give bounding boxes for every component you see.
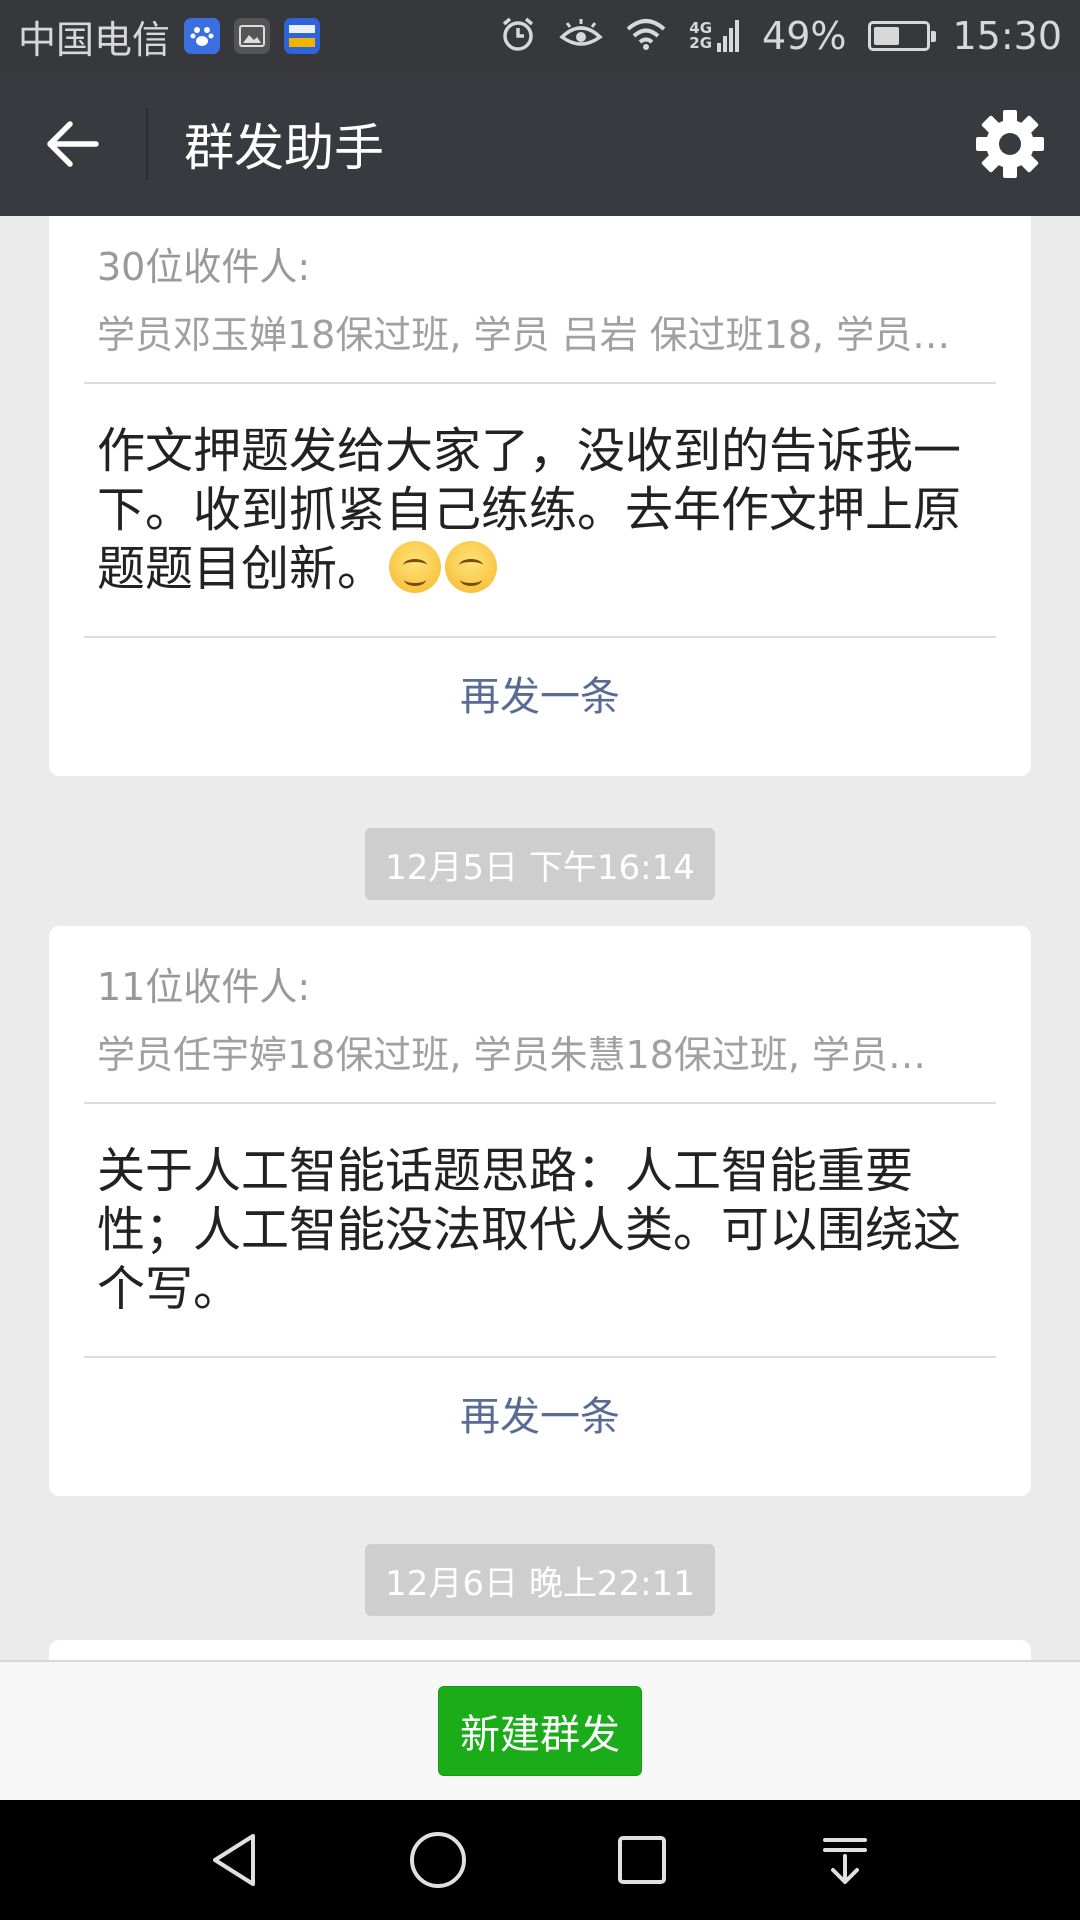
battery-fill: [874, 27, 899, 45]
nav-home-button[interactable]: [398, 1820, 478, 1900]
system-nav-bar: [0, 1800, 1080, 1920]
signal-indicator: 4G 2G: [689, 19, 740, 53]
back-arrow-icon: [47, 121, 99, 167]
carrier-name: 中国电信: [18, 17, 171, 62]
battery-icon: [868, 21, 937, 51]
gallery-app-icon: [234, 18, 271, 54]
timestamp-pill: 12月6日 晚上22:11: [365, 1544, 715, 1616]
message-text: 关于人工智能话题思路：人工智能重要性；人工智能没法取代人类。可以围绕这个写。: [97, 1143, 962, 1317]
title-bar: 群发助手: [0, 72, 1080, 216]
message-body: 作文押题发给大家了，没收到的告诉我一下。收到抓紧自己练练。去年作文押上原题题目创…: [97, 423, 962, 597]
nav-back-button[interactable]: [195, 1820, 275, 1900]
circle-home-icon: [410, 1832, 466, 1888]
broadcast-card: [49, 1640, 1031, 1660]
smiling-emoji-icon: [389, 541, 442, 593]
divider: [84, 1356, 996, 1358]
nav-notification-button[interactable]: [805, 1820, 885, 1900]
clock: 15:30: [952, 14, 1062, 58]
divider: [84, 382, 996, 384]
broadcast-history-list[interactable]: 30位收件人: 学员邓玉婵18保过班, 学员 吕岩 保过班18, 学员… 作文押…: [0, 216, 1080, 1660]
square-recents-icon: [618, 1836, 666, 1884]
signal-bars-icon: [717, 20, 740, 52]
broadcast-card: 30位收件人: 学员邓玉婵18保过班, 学员 吕岩 保过班18, 学员… 作文押…: [49, 216, 1031, 776]
nav-recents-button[interactable]: [602, 1820, 682, 1900]
title-divider: [146, 108, 148, 180]
gear-icon: [976, 110, 1044, 178]
back-button[interactable]: [0, 72, 146, 216]
bottom-action-bar: 新建群发: [0, 1660, 1080, 1800]
timestamp-pill: 12月5日 下午16:14: [365, 828, 715, 900]
alarm-icon: [499, 15, 537, 57]
recipients-list: 学员邓玉婵18保过班, 学员 吕岩 保过班18, 学员…: [97, 313, 951, 357]
recipients-count: 30位收件人:: [97, 245, 311, 289]
divider: [84, 1102, 996, 1104]
wifi-icon: [625, 17, 667, 55]
recipients-list: 学员任宇婷18保过班, 学员朱慧18保过班, 学员…: [97, 1033, 927, 1077]
baidu-app-icon: [184, 18, 221, 54]
network-2g-label: 2G: [689, 34, 713, 52]
settings-button[interactable]: [940, 72, 1080, 216]
triangle-back-icon: [213, 1834, 255, 1886]
autohome-app-icon: [284, 18, 321, 54]
smiling-emoji-icon: [445, 541, 498, 593]
status-bar: 中国电信 4G 2G 49% 15:30: [0, 0, 1080, 72]
divider: [84, 636, 996, 638]
message-text: 作文押题发给大家了，没收到的告诉我一下。收到抓紧自己练练。去年作文押上原题题目创…: [97, 422, 997, 599]
new-broadcast-button[interactable]: 新建群发: [438, 1686, 642, 1776]
network-type: 4G 2G: [689, 21, 712, 51]
resend-button[interactable]: 再发一条: [49, 1384, 1031, 1442]
page-title: 群发助手: [184, 119, 384, 177]
recipients-count: 11位收件人:: [97, 965, 311, 1009]
broadcast-card: 11位收件人: 学员任宇婷18保过班, 学员朱慧18保过班, 学员… 关于人工智…: [49, 926, 1031, 1496]
eye-comfort-icon: [559, 17, 603, 55]
battery-percent: 49%: [762, 14, 847, 58]
resend-button[interactable]: 再发一条: [49, 664, 1031, 722]
pull-down-icon: [823, 1838, 867, 1884]
